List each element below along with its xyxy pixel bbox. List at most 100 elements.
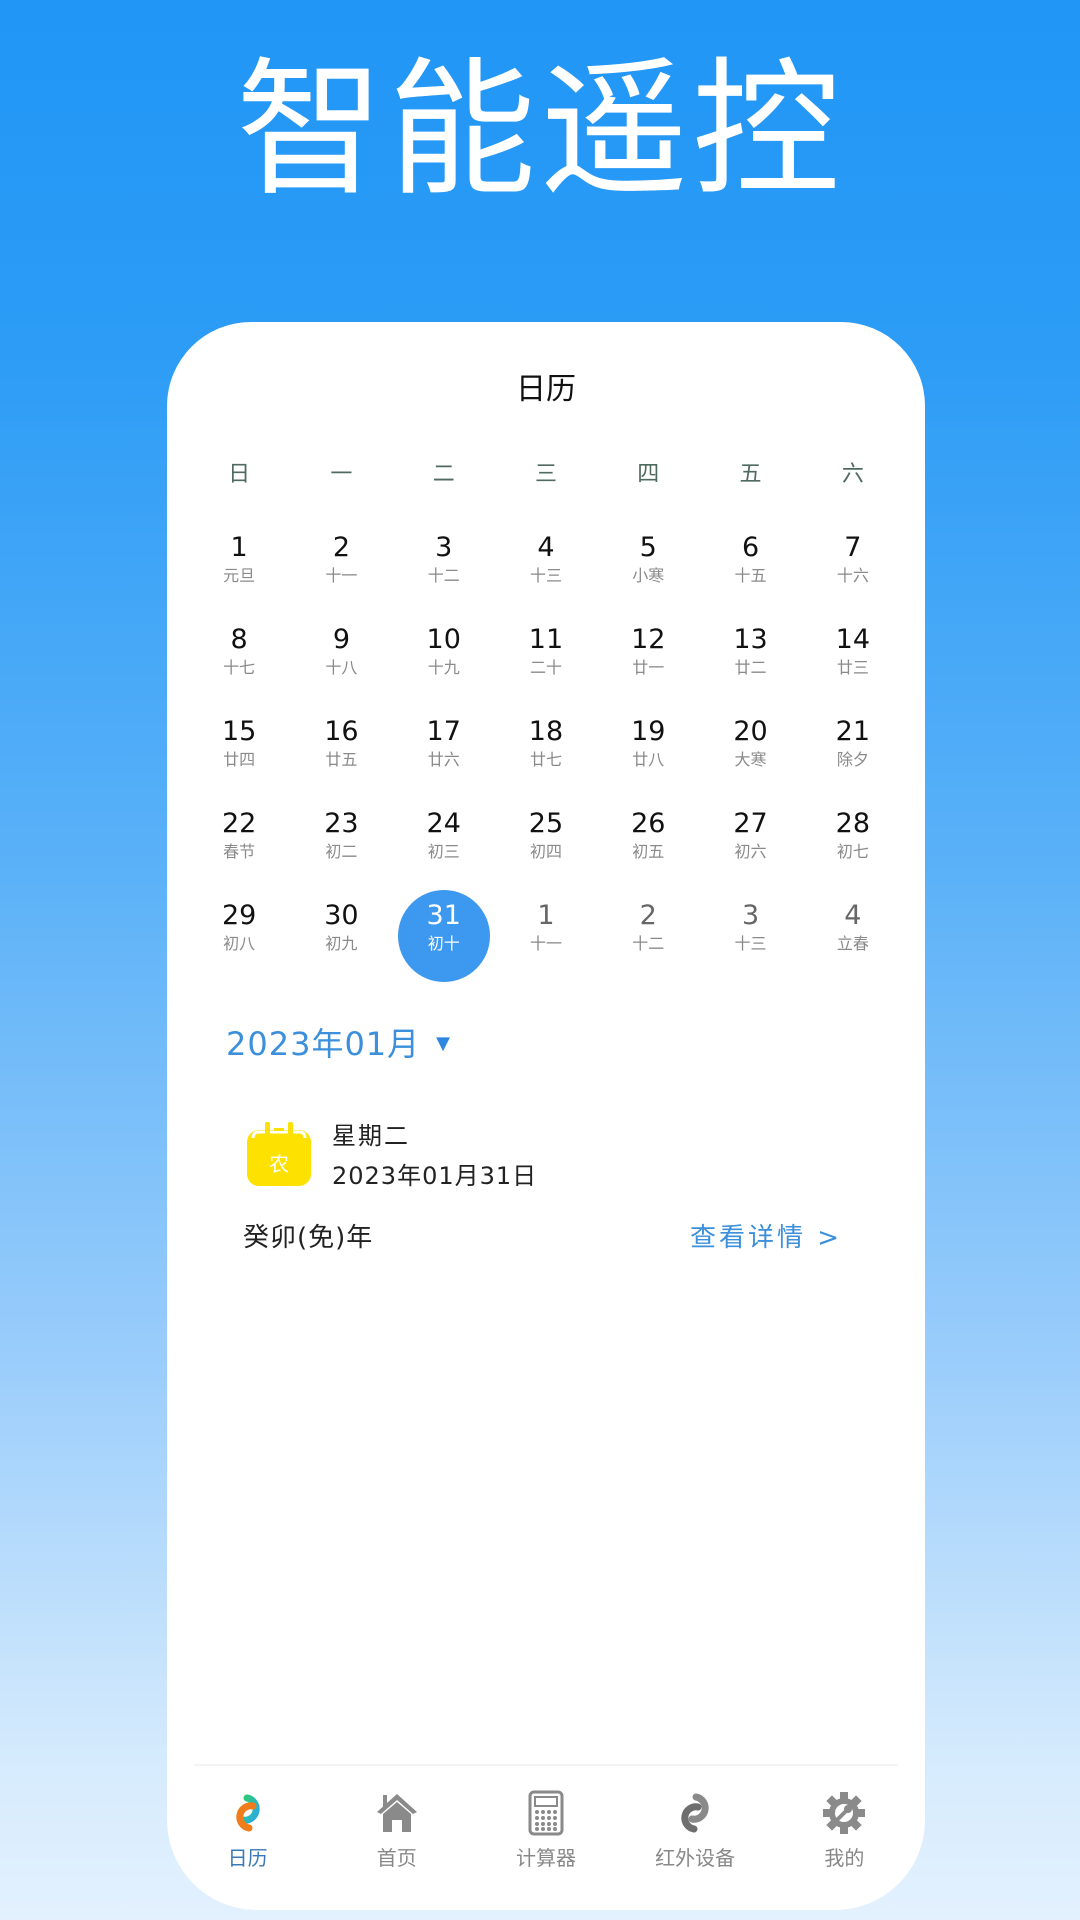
day-number: 9 [332, 624, 351, 655]
hero-title: 智能遥控 [236, 44, 844, 216]
calendar-day[interactable]: 15 廿四 [188, 706, 290, 798]
calendar-day[interactable]: 4 立春 [802, 890, 904, 982]
nav-item-ir-devices[interactable]: 红外设备 [625, 1782, 765, 1882]
selected-weekday: 星期二 [332, 1122, 410, 1150]
lunar-date: 十七 [223, 658, 256, 677]
calendar-day[interactable]: 12 廿一 [597, 614, 699, 706]
lunar-date: 十九 [427, 658, 460, 677]
lunar-date: 立春 [836, 934, 869, 953]
selected-date: 2023年01月31日 [332, 1162, 538, 1190]
calendar-day[interactable]: 18 廿七 [495, 706, 597, 798]
calendar-day[interactable]: 5 小寒 [597, 522, 699, 614]
lunar-date: 初六 [734, 842, 767, 861]
calendar-day[interactable]: 24 初三 [393, 798, 495, 890]
day-number: 16 [324, 716, 359, 747]
weekday-header: 日 一 二 三 四 五 六 [188, 460, 904, 490]
calendar-day[interactable]: 8 十七 [188, 614, 290, 706]
calendar-day[interactable]: 9 十八 [290, 614, 392, 706]
lunar-date: 大寒 [734, 750, 767, 769]
lunar-date: 元旦 [223, 566, 256, 585]
calendar-day[interactable]: 19 廿八 [597, 706, 699, 798]
day-number: 28 [835, 808, 870, 839]
day-number: 26 [631, 808, 666, 839]
calendar-day[interactable]: 26 初五 [597, 798, 699, 890]
day-number: 1 [537, 900, 555, 931]
calendar-day[interactable]: 6 十五 [699, 522, 801, 614]
lunar-date: 廿一 [632, 658, 665, 677]
day-number: 19 [631, 716, 666, 747]
day-number: 17 [426, 716, 461, 747]
nav-item-calendar[interactable]: 日历 [178, 1782, 318, 1882]
calendar-rings-icon [225, 1790, 271, 1836]
calendar-day[interactable]: 14 廿三 [802, 614, 904, 706]
page-title: 日历 [516, 372, 576, 407]
day-number: 21 [835, 716, 870, 747]
calendar-day[interactable]: 7 十六 [802, 522, 904, 614]
calendar-day[interactable]: 4 十三 [495, 522, 597, 614]
calendar-day[interactable]: 1 元旦 [188, 522, 290, 614]
calendar-day[interactable]: 20 大寒 [699, 706, 801, 798]
day-number: 24 [426, 808, 461, 839]
day-number: 8 [230, 624, 248, 655]
lunar-date: 十二 [427, 566, 460, 585]
calendar-day[interactable]: 25 初四 [495, 798, 597, 890]
weekday-label: 六 [841, 462, 864, 487]
calendar-day[interactable]: 17 廿六 [393, 706, 495, 798]
calendar-day[interactable]: 3 十二 [393, 522, 495, 614]
home-icon [374, 1790, 420, 1836]
lunar-date: 初十 [427, 934, 460, 953]
calendar-day[interactable]: 13 廿二 [699, 614, 801, 706]
calendar-day[interactable]: 21 除夕 [802, 706, 904, 798]
bottom-nav: 日历 首页 计算器 红外设备 我的 [167, 1782, 925, 1882]
calendar-day[interactable]: 2 十一 [290, 522, 392, 614]
lunar-date: 初三 [427, 842, 460, 861]
calendar-day-selected[interactable]: 31 初十 [393, 890, 495, 982]
calendar-week-row: 1 元旦 2 十一 3 十二 4 十三 5 小寒 6 十五 7 十六 [188, 522, 904, 614]
lunar-date: 廿八 [632, 750, 665, 769]
lunar-date: 廿五 [325, 750, 358, 769]
day-number: 7 [844, 532, 862, 563]
calendar-day[interactable]: 2 十二 [597, 890, 699, 982]
weekday-label: 五 [739, 462, 762, 487]
lunar-date: 十六 [836, 566, 869, 585]
calendar-week-row: 8 十七 9 十八 10 十九 11 二十 12 廿一 13 廿二 14 廿三 [188, 614, 904, 706]
day-number: 12 [631, 624, 666, 655]
calendar-day[interactable]: 23 初二 [290, 798, 392, 890]
lunar-date: 初二 [325, 842, 358, 861]
lunar-date: 小寒 [632, 566, 665, 585]
calendar-day[interactable]: 11 二十 [495, 614, 597, 706]
calendar-day[interactable]: 1 十一 [495, 890, 597, 982]
calendar-day[interactable]: 10 十九 [393, 614, 495, 706]
lunar-date: 初九 [325, 934, 358, 953]
lunar-date: 十八 [325, 658, 358, 677]
settings-gear-icon [821, 1790, 867, 1836]
calendar-day[interactable]: 16 廿五 [290, 706, 392, 798]
weekday-label: 四 [637, 462, 660, 487]
nav-label: 计算器 [515, 1846, 576, 1870]
view-details-link[interactable]: 查看详情 > [690, 1220, 842, 1256]
day-number: 1 [230, 532, 248, 563]
day-number: 2 [639, 900, 657, 931]
day-number: 22 [221, 808, 257, 839]
calculator-icon [523, 1790, 569, 1836]
day-number: 31 [426, 900, 461, 931]
calendar-day[interactable]: 22 春节 [188, 798, 290, 890]
lunar-date: 十三 [734, 934, 767, 953]
nav-item-mine[interactable]: 我的 [774, 1782, 914, 1882]
nav-item-calculator[interactable]: 计算器 [476, 1782, 616, 1882]
calendar-day[interactable]: 30 初九 [290, 890, 392, 982]
phone-screen: 日历 日 一 二 三 四 五 六 1 元旦 2 十一 3 十二 4 十三 5 小寒 6 十五 7 十六 8 十… [167, 322, 925, 1910]
calendar-day[interactable]: 28 初七 [802, 798, 904, 890]
day-number: 3 [435, 532, 453, 563]
calendar-day[interactable]: 27 初六 [699, 798, 801, 890]
day-number: 15 [221, 716, 257, 747]
calendar-day[interactable]: 29 初八 [188, 890, 290, 982]
month-picker[interactable]: 2023年01月 ▼ [226, 1022, 451, 1066]
weekday-label: 日 [228, 462, 251, 487]
nav-item-home[interactable]: 首页 [327, 1782, 467, 1882]
day-number: 4 [537, 532, 555, 563]
day-number: 18 [528, 716, 564, 747]
day-number: 3 [741, 900, 760, 931]
calendar-day[interactable]: 3 十三 [699, 890, 801, 982]
lunar-date: 十一 [325, 566, 358, 585]
